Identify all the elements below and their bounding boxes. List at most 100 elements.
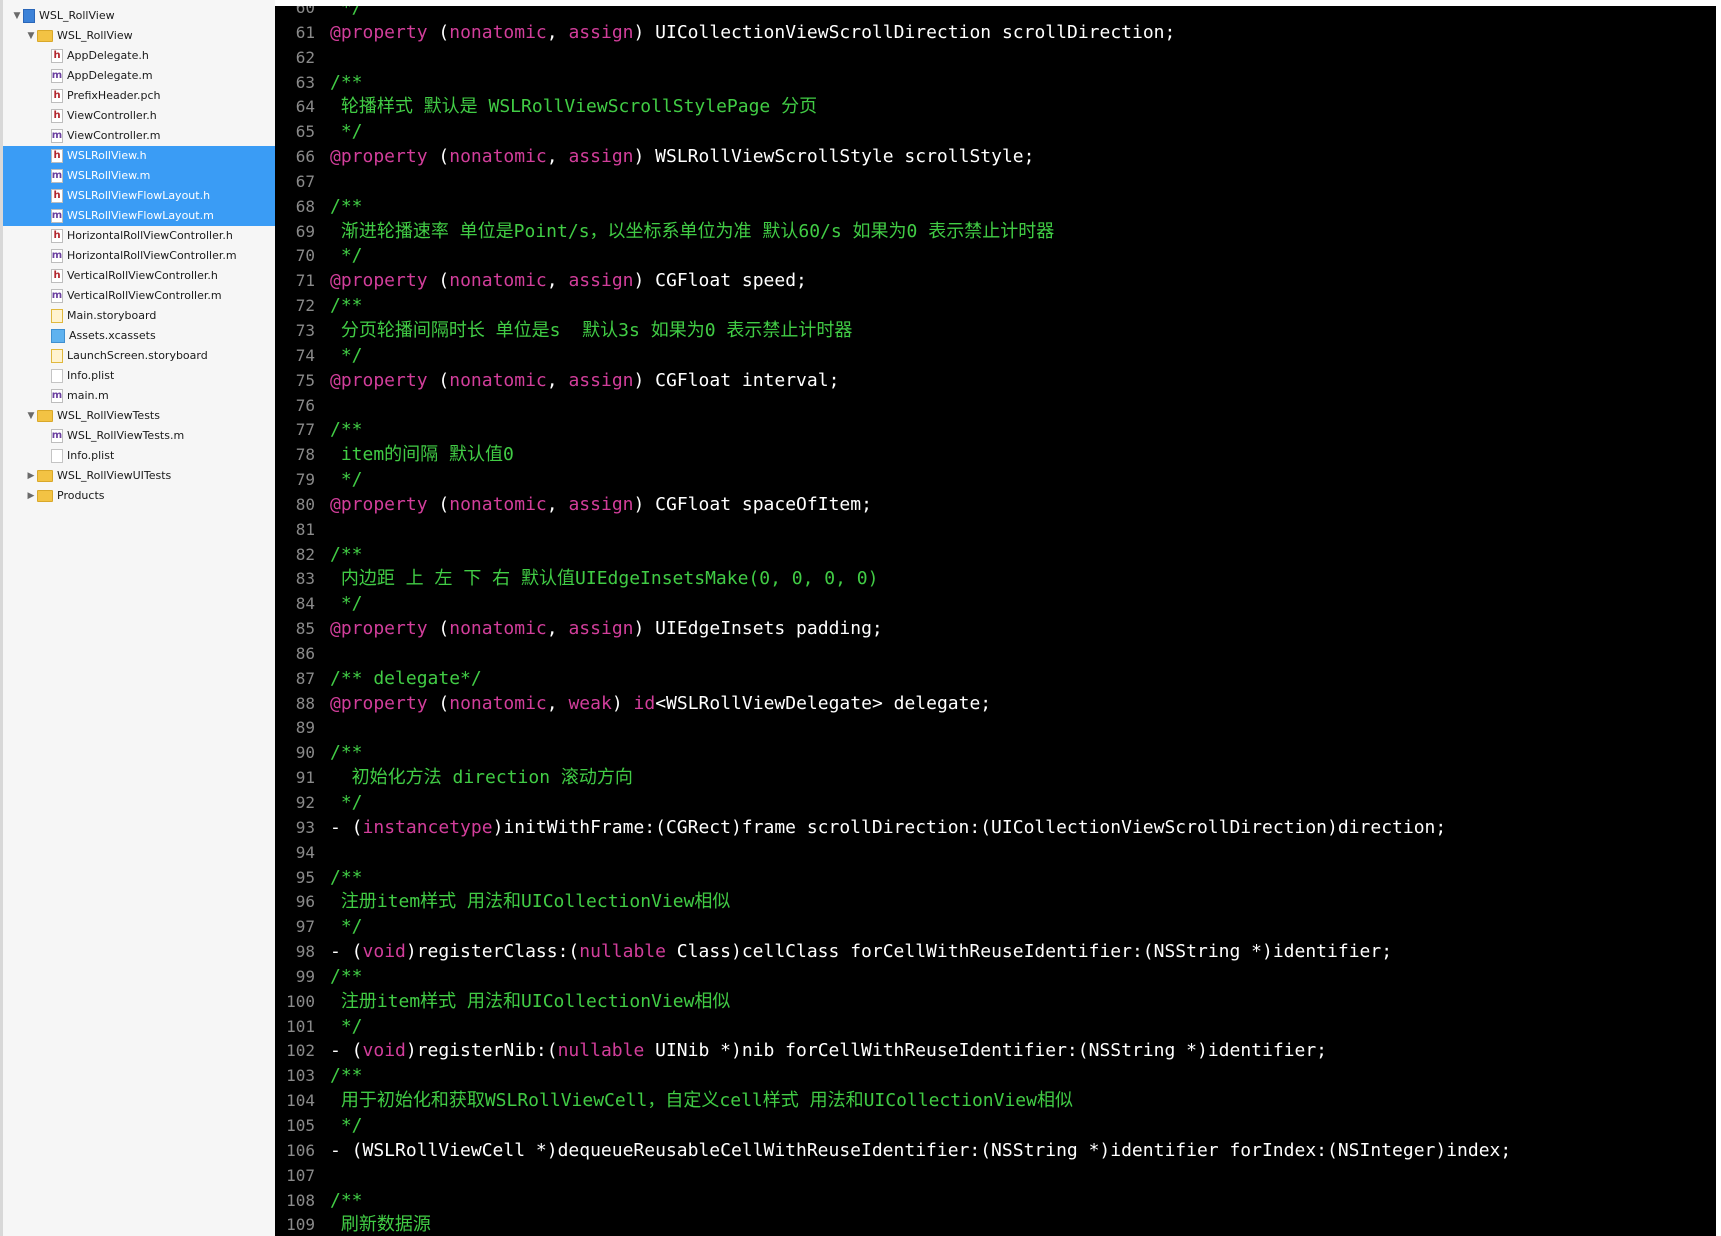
code-line[interactable]: 96 注册item样式 用法和UICollectionView相似 xyxy=(275,890,1721,915)
code-line[interactable]: 71 @property (nonatomic, assign) CGFloat … xyxy=(275,269,1721,294)
disclosure-closed-icon[interactable]: ▶ xyxy=(25,466,37,486)
code-line[interactable]: 98 - (void)registerClass:(nullable Class)… xyxy=(275,940,1721,965)
navigator-item[interactable]: m ViewController.m xyxy=(3,126,275,146)
code-line[interactable]: 85 @property (nonatomic, assign) UIEdgeIn… xyxy=(275,617,1721,642)
navigator-item[interactable]: ▼ WSL_RollView xyxy=(3,6,275,26)
code-line[interactable]: 105 */ xyxy=(275,1114,1721,1139)
code-line[interactable]: 76 xyxy=(275,394,1721,419)
code-line[interactable]: 104 用于初始化和获取WSLRollViewCell，自定义cell样式 用法… xyxy=(275,1089,1721,1114)
navigator-item[interactable]: Info.plist xyxy=(3,446,275,466)
source-editor[interactable]: 60 */61 @property (nonatomic, assign) UIC… xyxy=(275,6,1721,1236)
code-line[interactable]: 88 @property (nonatomic, weak) id<WSLRoll… xyxy=(275,692,1721,717)
code-line[interactable]: 80 @property (nonatomic, assign) CGFloat … xyxy=(275,493,1721,518)
code-line[interactable]: 90 /** xyxy=(275,741,1721,766)
disclosure-open-icon[interactable]: ▼ xyxy=(11,6,23,26)
code-line[interactable]: 95 /** xyxy=(275,866,1721,891)
code-line[interactable]: 108 /** xyxy=(275,1189,1721,1214)
code-token: ) UICollectionViewScrollDirection scroll… xyxy=(633,21,1176,43)
disclosure-open-icon[interactable]: ▼ xyxy=(25,26,37,46)
code-line[interactable]: 92 */ xyxy=(275,791,1721,816)
code-line[interactable]: 63 /** xyxy=(275,71,1721,96)
code-line[interactable]: 60 */ xyxy=(275,6,1721,21)
navigator-item[interactable]: Main.storyboard xyxy=(3,306,275,326)
comment-token: 初始化方法 direction 滚动方向 xyxy=(330,767,633,789)
code-line[interactable]: 91 初始化方法 direction 滚动方向 xyxy=(275,766,1721,791)
code-line[interactable]: 107 xyxy=(275,1164,1721,1189)
keyword-token: nonatomic xyxy=(449,692,547,714)
code-line[interactable]: 106 - (WSLRollViewCell *)dequeueReusableC… xyxy=(275,1139,1721,1164)
navigator-item[interactable]: ▼ WSL_RollView xyxy=(3,26,275,46)
code-line[interactable]: 97 */ xyxy=(275,915,1721,940)
keyword-token: assign xyxy=(568,21,634,43)
navigator-item[interactable]: Assets.xcassets xyxy=(3,326,275,346)
navigator-item[interactable]: h VerticalRollViewController.h xyxy=(3,266,275,286)
line-number: 108 xyxy=(286,1190,315,1210)
code-line[interactable]: 61 @property (nonatomic, assign) UICollec… xyxy=(275,21,1721,46)
code-line[interactable]: 69 渐进轮播速率 单位是Point/s，以坐标系单位为准 默认60/s 如果为… xyxy=(275,220,1721,245)
code-line[interactable]: 68 /** xyxy=(275,195,1721,220)
code-line[interactable]: 65 */ xyxy=(275,120,1721,145)
navigator-item[interactable]: h WSLRollView.h xyxy=(3,146,275,166)
navigator-item[interactable]: m VerticalRollViewController.m xyxy=(3,286,275,306)
comment-token: */ xyxy=(330,344,363,366)
xcode-window: ▼ WSL_RollView ▼ WSL_RollView h AppDelegate.h… xyxy=(0,0,1721,1236)
navigator-item[interactable]: ▼ WSL_RollViewTests xyxy=(3,406,275,426)
code-line[interactable]: 62 xyxy=(275,46,1721,71)
code-line[interactable]: 79 */ xyxy=(275,468,1721,493)
code-line[interactable]: 66 @property (nonatomic, assign) WSLRollV… xyxy=(275,145,1721,170)
navigator-item[interactable]: h ViewController.h xyxy=(3,106,275,126)
navigator-item[interactable]: m WSLRollViewFlowLayout.m xyxy=(3,206,275,226)
code-token: ) CGFloat speed; xyxy=(633,270,807,292)
navigator-item[interactable]: h WSLRollViewFlowLayout.h xyxy=(3,186,275,206)
disclosure-open-icon[interactable]: ▼ xyxy=(25,406,37,426)
navigator-item[interactable]: h AppDelegate.h xyxy=(3,46,275,66)
navigator-item[interactable]: ▶ Products xyxy=(3,486,275,506)
code-text: 初始化方法 direction 滚动方向 xyxy=(330,766,633,791)
navigator-item[interactable]: Info.plist xyxy=(3,366,275,386)
code-line[interactable]: 109 刷新数据源 xyxy=(275,1213,1721,1236)
code-line[interactable]: 72 /** xyxy=(275,294,1721,319)
code-token: , xyxy=(546,493,569,515)
code-line[interactable]: 81 xyxy=(275,518,1721,543)
code-line[interactable]: 94 xyxy=(275,841,1721,866)
navigator-item[interactable]: m WSL_RollViewTests.m xyxy=(3,426,275,446)
code-line[interactable]: 103 /** xyxy=(275,1064,1721,1089)
code-line[interactable]: 93 - (instancetype)initWithFrame:(CGRect)… xyxy=(275,816,1721,841)
code-lines: 60 */61 @property (nonatomic, assign) UIC… xyxy=(275,6,1721,1236)
code-line[interactable]: 70 */ xyxy=(275,244,1721,269)
code-line[interactable]: 87 /** delegate*/ xyxy=(275,667,1721,692)
code-line[interactable]: 100 注册item样式 用法和UICollectionView相似 xyxy=(275,990,1721,1015)
disclosure-closed-icon[interactable]: ▶ xyxy=(25,486,37,506)
code-line[interactable]: 78 item的间隔 默认值0 xyxy=(275,443,1721,468)
code-line[interactable]: 74 */ xyxy=(275,344,1721,369)
line-number: 61 xyxy=(295,22,315,42)
comment-token: */ xyxy=(330,1114,363,1136)
code-line[interactable]: 101 */ xyxy=(275,1015,1721,1040)
code-line[interactable]: 64 轮播样式 默认是 WSLRollViewScrollStylePage 分… xyxy=(275,95,1721,120)
navigator-item[interactable]: m main.m xyxy=(3,386,275,406)
storyboard-file-icon xyxy=(51,309,63,323)
code-line[interactable]: 102 - (void)registerNib:(nullable UINib *… xyxy=(275,1039,1721,1064)
code-line[interactable]: 73 分页轮播间隔时长 单位是s 默认3s 如果为0 表示禁止计时器 xyxy=(275,319,1721,344)
code-line[interactable]: 67 xyxy=(275,170,1721,195)
navigator-item[interactable]: LaunchScreen.storyboard xyxy=(3,346,275,366)
code-line[interactable]: 86 xyxy=(275,642,1721,667)
code-line[interactable]: 75 @property (nonatomic, assign) CGFloat … xyxy=(275,369,1721,394)
line-number: 109 xyxy=(286,1215,315,1235)
navigator-item[interactable]: ▶ WSL_RollViewUITests xyxy=(3,466,275,486)
navigator-item[interactable]: m HorizontalRollViewController.m xyxy=(3,246,275,266)
navigator-item[interactable]: h PrefixHeader.pch xyxy=(3,86,275,106)
navigator-item[interactable]: m WSLRollView.m xyxy=(3,166,275,186)
code-line[interactable]: 77 /** xyxy=(275,418,1721,443)
code-line[interactable]: 84 */ xyxy=(275,592,1721,617)
code-line[interactable]: 99 /** xyxy=(275,965,1721,990)
line-number: 94 xyxy=(295,842,315,862)
keyword-token: @property xyxy=(330,21,428,43)
code-line[interactable]: 83 内边距 上 左 下 右 默认值UIEdgeInsetsMake(0, 0,… xyxy=(275,567,1721,592)
code-line[interactable]: 82 /** xyxy=(275,543,1721,568)
navigator-item[interactable]: m AppDelegate.m xyxy=(3,66,275,86)
code-line[interactable]: 89 xyxy=(275,716,1721,741)
keyword-token: assign xyxy=(568,493,634,515)
code-text: /** xyxy=(330,965,363,990)
navigator-item[interactable]: h HorizontalRollViewController.h xyxy=(3,226,275,246)
